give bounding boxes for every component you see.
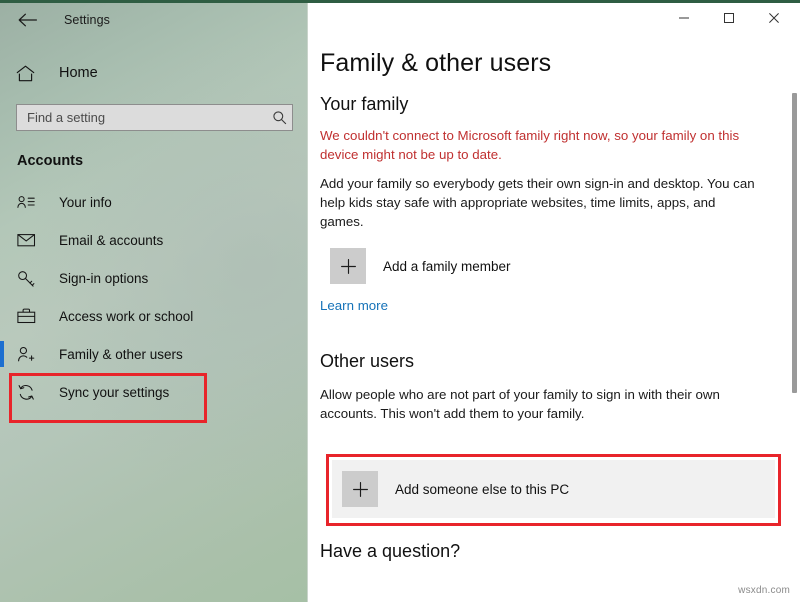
add-family-member-button[interactable]: Add a family member xyxy=(320,247,760,285)
search-input[interactable] xyxy=(17,105,266,130)
vertical-scrollbar[interactable] xyxy=(792,35,797,584)
sidebar-item-sign-in-options[interactable]: Sign-in options xyxy=(0,259,307,297)
briefcase-icon xyxy=(17,308,41,324)
learn-more-link[interactable]: Learn more xyxy=(320,298,388,313)
sidebar-item-sync-your-settings[interactable]: Sync your settings xyxy=(0,373,307,411)
sidebar-item-sync-your-settings-label: Sync your settings xyxy=(59,384,170,400)
sidebar-item-family-other-users[interactable]: Family & other users xyxy=(0,335,307,373)
your-family-description: Add your family so everybody gets their … xyxy=(320,176,755,229)
other-users-description: Allow people who are not part of your fa… xyxy=(320,387,720,421)
plus-icon xyxy=(330,248,366,284)
plus-icon xyxy=(342,471,378,507)
main-content: Family & other users Your family We coul… xyxy=(308,3,800,602)
sidebar-item-sign-in-options-label: Sign-in options xyxy=(59,270,149,286)
user-info-icon xyxy=(17,195,41,210)
sidebar: Settings Home Accounts xyxy=(0,3,308,602)
maximize-icon[interactable] xyxy=(706,3,751,32)
settings-window: Settings Home Accounts xyxy=(0,0,800,602)
sidebar-item-family-other-users-label: Family & other users xyxy=(59,346,183,362)
sidebar-item-access-work-school-label: Access work or school xyxy=(59,308,194,324)
sidebar-item-email-accounts-label: Email & accounts xyxy=(59,232,164,248)
back-arrow-icon[interactable] xyxy=(12,5,42,35)
have-a-question-heading: Have a question? xyxy=(320,541,461,561)
add-family-member-label: Add a family member xyxy=(383,258,511,274)
add-someone-else-inner: Add someone else to this PC xyxy=(332,460,775,518)
watermark: wsxdn.com xyxy=(738,585,790,596)
minimize-icon[interactable] xyxy=(661,3,706,32)
key-icon xyxy=(17,270,41,287)
user-add-icon xyxy=(17,346,41,363)
sidebar-item-email-accounts[interactable]: Email & accounts xyxy=(0,221,307,259)
close-icon[interactable] xyxy=(751,3,796,32)
sidebar-item-your-info-label: Your info xyxy=(59,194,112,210)
other-users-heading: Other users xyxy=(320,351,415,371)
envelope-icon xyxy=(17,233,41,247)
add-someone-else-label: Add someone else to this PC xyxy=(395,481,570,497)
your-family-heading: Your family xyxy=(320,94,409,114)
settings-page-content: Family & other users Your family We coul… xyxy=(308,33,800,562)
sidebar-item-your-info[interactable]: Your info xyxy=(0,183,307,221)
app-title: Settings xyxy=(64,13,110,27)
sync-icon xyxy=(17,384,41,401)
home-icon xyxy=(16,65,38,82)
search-icon[interactable] xyxy=(266,105,292,130)
add-someone-else-highlight-region: Add someone else to this PC xyxy=(320,445,790,533)
sidebar-item-access-work-school[interactable]: Access work or school xyxy=(0,297,307,335)
sidebar-nav-list: Your info Email & accounts Sign-in optio… xyxy=(0,183,307,411)
search-box[interactable] xyxy=(16,104,293,131)
sidebar-item-home[interactable]: Home xyxy=(0,54,307,92)
family-connection-error-text: We couldn't connect to Microsoft family … xyxy=(320,128,740,162)
sidebar-category-title: Accounts xyxy=(17,153,84,169)
scrollbar-thumb[interactable] xyxy=(792,93,797,393)
sidebar-item-home-label: Home xyxy=(59,65,98,81)
page-title: Family & other users xyxy=(320,49,552,77)
add-someone-else-to-this-pc-button[interactable]: Add someone else to this PC xyxy=(332,460,775,518)
window-controls xyxy=(308,3,800,33)
sidebar-header: Settings xyxy=(0,3,307,37)
